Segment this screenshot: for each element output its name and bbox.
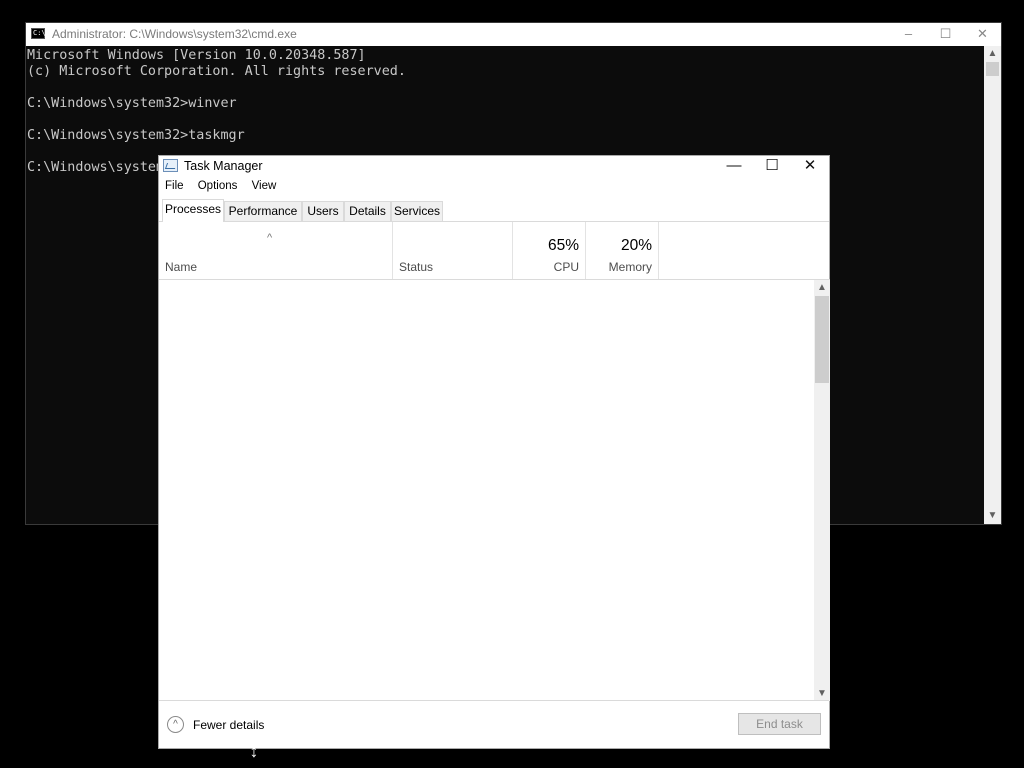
column-header-name[interactable]: ^ Name [159, 222, 393, 279]
sort-ascending-icon: ^ [267, 232, 273, 244]
tab-strip: Processes Performance Users Details Serv… [159, 199, 829, 222]
console-line: Microsoft Windows [Version 10.0.20348.58… [27, 48, 366, 63]
tm-window-title: Task Manager [184, 159, 263, 173]
cmd-scrollbar[interactable]: ▲ ▼ [984, 46, 1001, 524]
scroll-down-arrow-icon[interactable]: ▼ [984, 508, 1001, 524]
column-status-label: Status [399, 260, 434, 274]
column-header-cpu[interactable]: 65% CPU [513, 222, 586, 279]
cmd-app-icon: C:\ [31, 28, 46, 39]
chevron-up-circle-icon[interactable]: ^ [167, 716, 184, 733]
column-cpu-label: CPU [553, 260, 579, 274]
cmd-close-button[interactable]: ✕ [964, 23, 1001, 46]
column-header-status[interactable]: Status [393, 222, 513, 279]
process-list-scroll-thumb[interactable] [815, 296, 829, 383]
scroll-up-arrow-icon[interactable]: ▲ [984, 46, 1001, 62]
tm-maximize-button[interactable]: ☐ [753, 156, 791, 178]
column-header-memory[interactable]: 20% Memory [586, 222, 659, 279]
scroll-up-arrow-icon[interactable]: ▲ [814, 280, 830, 295]
menu-view[interactable]: View [252, 180, 277, 192]
fewer-details-link[interactable]: Fewer details [193, 718, 264, 732]
tab-processes[interactable]: Processes [162, 199, 224, 222]
tm-close-button[interactable]: ✕ [791, 156, 829, 178]
tm-minimize-button[interactable]: — [715, 156, 753, 178]
cpu-usage-percent: 65% [547, 237, 579, 254]
tab-performance[interactable]: Performance [224, 201, 302, 221]
column-name-label: Name [165, 260, 198, 274]
resize-cursor-icon: ↕ [249, 741, 259, 761]
process-list-scrollbar[interactable]: ▲ ▼ [814, 280, 830, 701]
console-line: C:\Windows\system32>winver [27, 96, 237, 111]
tab-users[interactable]: Users [302, 201, 344, 221]
tm-titlebar[interactable]: Task Manager — ☐ ✕ [159, 156, 829, 178]
scroll-down-arrow-icon[interactable]: ▼ [814, 686, 830, 701]
console-line: (c) Microsoft Corporation. All rights re… [27, 64, 406, 79]
cmd-minimize-button[interactable]: – [890, 23, 927, 46]
process-column-headers: ^ Name Status 65% CPU 20% Memory [159, 222, 830, 280]
task-manager-app-icon [163, 159, 178, 172]
memory-usage-percent: 20% [620, 237, 652, 254]
cmd-titlebar[interactable]: C:\ Administrator: C:\Windows\system32\c… [26, 23, 1001, 46]
end-task-button[interactable]: End task [738, 713, 821, 735]
cmd-window-title: Administrator: C:\Windows\system32\cmd.e… [52, 27, 297, 41]
task-manager-window: Task Manager — ☐ ✕ File Options View Pro… [158, 155, 830, 749]
menu-file[interactable]: File [165, 180, 184, 192]
tab-services[interactable]: Services [391, 201, 443, 221]
console-line: C:\Windows\system32>taskmgr [27, 128, 245, 143]
cmd-scroll-thumb[interactable] [986, 62, 999, 76]
cmd-maximize-button[interactable]: ☐ [927, 23, 964, 46]
menu-options[interactable]: Options [198, 180, 238, 192]
column-memory-label: Memory [608, 260, 652, 274]
tab-details[interactable]: Details [344, 201, 391, 221]
process-list[interactable] [159, 280, 814, 702]
menu-bar: File Options View [165, 180, 287, 196]
